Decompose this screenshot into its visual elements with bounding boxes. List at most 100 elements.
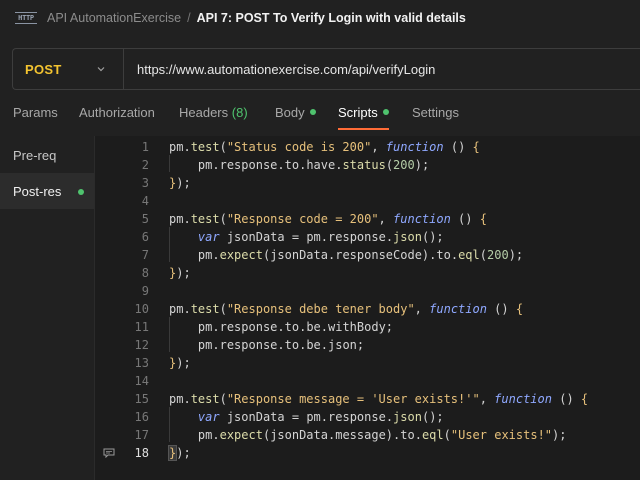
code-punctuation: . — [183, 302, 191, 316]
code-identifier: jsonData — [270, 248, 328, 262]
tab-settings[interactable]: Settings — [412, 105, 459, 129]
code-keyword: var — [197, 410, 220, 424]
code-line[interactable]: 18}); — [95, 444, 640, 462]
line-number: 5 — [141, 212, 149, 226]
code-text: pm.test("Response code = 200", function … — [169, 210, 487, 228]
code-paren: ) — [566, 392, 574, 406]
code-identifier: pm — [306, 230, 321, 244]
code-punctuation: ; — [183, 266, 191, 280]
body-status-dot — [309, 109, 316, 115]
tab-label: Authorization — [79, 105, 155, 120]
script-post-response[interactable]: Post-res — [0, 173, 94, 209]
code-punctuation: . — [212, 158, 220, 172]
code-line[interactable]: 16 var jsonData = pm.response.json(); — [95, 408, 640, 426]
code-punctuation: . — [385, 230, 394, 244]
url-bar: POST https://www.automationexercise.com/… — [12, 48, 640, 90]
code-identifier: response — [219, 338, 278, 352]
tab-authorization[interactable]: Authorization — [79, 105, 155, 129]
request-tabs: Params Authorization Headers (8) Body Sc… — [0, 98, 640, 130]
tab-body[interactable]: Body — [275, 105, 316, 129]
code-brace: { — [479, 212, 487, 226]
code-punctuation: , — [371, 140, 379, 154]
code-punctuation: . — [320, 338, 328, 352]
code-punctuation: . — [385, 410, 394, 424]
code-punctuation: ; — [559, 428, 567, 442]
code-function: status — [342, 158, 386, 172]
code-text: pm.test("Response message = 'User exists… — [169, 390, 588, 408]
code-punctuation: ; — [421, 158, 430, 172]
code-paren: ) — [465, 212, 473, 226]
code-paren: ) — [508, 248, 516, 262]
code-line[interactable]: 8}); — [95, 264, 640, 282]
code-identifier: to — [436, 248, 451, 262]
code-text: pm.response.to.be.withBody; — [169, 318, 393, 336]
tab-scripts[interactable]: Scripts — [338, 105, 389, 130]
code-line[interactable]: 5 pm.test("Response code = 200", function… — [95, 210, 640, 228]
code-line[interactable]: 17 pm.expect(jsonData.message).to.eql("U… — [95, 426, 640, 444]
code-string: "Status code is 200" — [226, 140, 372, 154]
line-number: 15 — [134, 392, 149, 406]
code-line[interactable]: 14 — [95, 372, 640, 390]
code-text: pm.expect(jsonData.message).to.eql("User… — [169, 426, 567, 444]
code-punctuation: ; — [183, 446, 191, 460]
code-line[interactable]: 3}); — [95, 174, 640, 192]
code-identifier: pm — [169, 140, 184, 154]
code-line[interactable]: 12 pm.response.to.be.json; — [95, 336, 640, 354]
code-identifier: to — [400, 428, 415, 442]
tab-headers[interactable]: Headers (8) — [179, 105, 248, 129]
code-paren: ) — [501, 302, 509, 316]
code-line[interactable]: 10 pm.test("Response debe tener body", fu… — [95, 300, 640, 318]
script-pre-request[interactable]: Pre-req — [0, 137, 94, 173]
code-line[interactable]: 2 pm.response.to.have.status(200); — [95, 156, 640, 174]
code-line[interactable]: 4 — [95, 192, 640, 210]
code-line[interactable]: 13}); — [95, 354, 640, 372]
code-identifier: pm — [306, 410, 321, 424]
code-paren: ( — [385, 158, 394, 172]
code-function: json — [393, 230, 422, 244]
code-text: pm.expect(jsonData.responseCode).to.eql(… — [169, 246, 523, 264]
code-punctuation: . — [183, 212, 191, 226]
method-select[interactable]: POST — [13, 49, 124, 89]
url-input[interactable]: https://www.automationexercise.com/api/v… — [137, 62, 435, 77]
code-text: pm.test("Response debe tener body", func… — [169, 300, 523, 318]
line-number: 4 — [141, 194, 149, 208]
code-punctuation: . — [414, 428, 422, 442]
breadcrumb-collection[interactable]: API AutomationExercise — [47, 11, 181, 25]
code-punctuation: . — [277, 158, 285, 172]
line-number: 16 — [134, 410, 149, 424]
code-punctuation: . — [277, 338, 285, 352]
code-line[interactable]: 1 pm.test("Status code is 200", function … — [95, 138, 640, 156]
script-item-label: Pre-req — [13, 147, 57, 163]
code-punctuation: , — [479, 392, 487, 406]
code-line[interactable]: 7 pm.expect(jsonData.responseCode).to.eq… — [95, 246, 640, 264]
code-text: var jsonData = pm.response.json(); — [169, 228, 444, 246]
code-line[interactable]: 6 var jsonData = pm.response.json(); — [95, 228, 640, 246]
code-punctuation: . — [320, 410, 329, 424]
code-number: 200 — [487, 248, 509, 262]
code-line[interactable]: 9 — [95, 282, 640, 300]
code-line[interactable]: 11 pm.response.to.be.withBody; — [95, 318, 640, 336]
line-number: 1 — [141, 140, 149, 154]
code-function: test — [190, 140, 220, 154]
request-title[interactable]: API 7: POST To Verify Login with valid d… — [197, 11, 466, 25]
code-identifier: response — [328, 230, 386, 244]
scripts-status-dot — [382, 109, 389, 115]
code-identifier: withBody — [328, 320, 386, 334]
code-identifier: have — [306, 158, 336, 172]
code-punctuation: . — [212, 320, 220, 334]
code-editor[interactable]: 1 pm.test("Status code is 200", function … — [94, 136, 640, 480]
code-identifier: jsonData — [270, 428, 328, 442]
code-line[interactable]: 15 pm.test("Response message = 'User exis… — [95, 390, 640, 408]
tab-params[interactable]: Params — [13, 105, 58, 129]
code-punctuation: . — [320, 320, 328, 334]
